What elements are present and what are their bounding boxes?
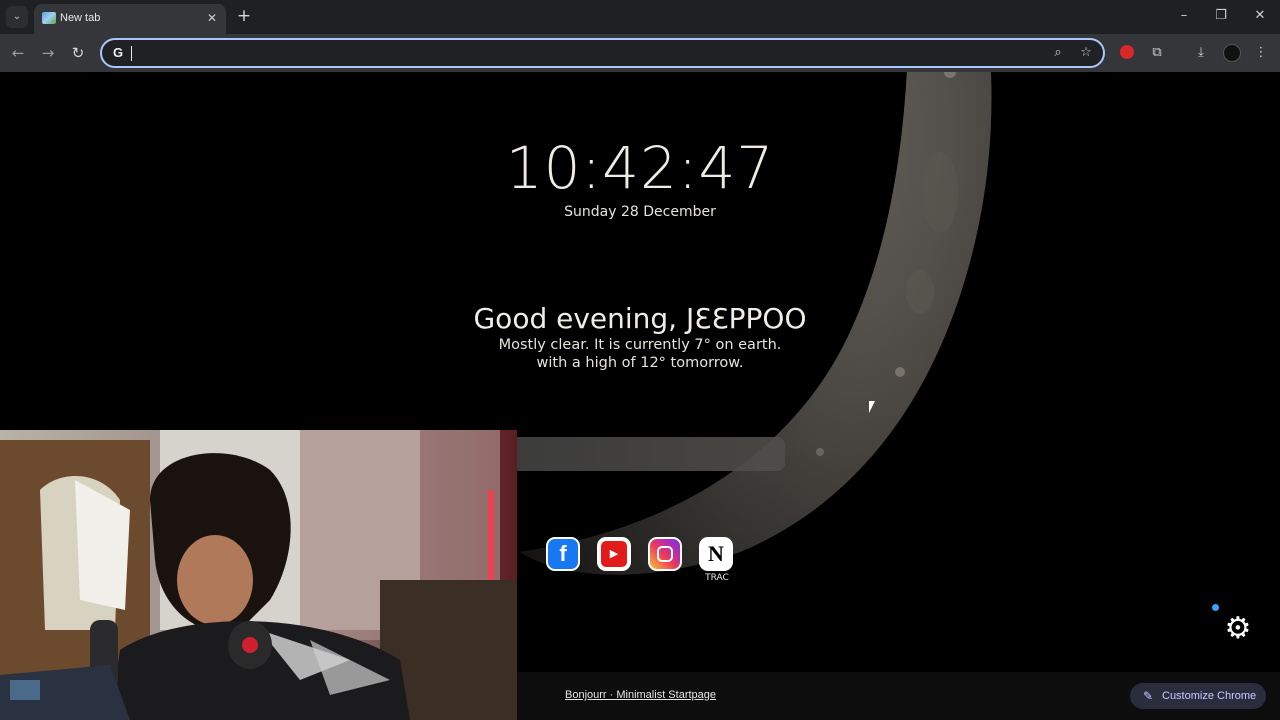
zoom-icon[interactable]: ⌕ (1049, 44, 1067, 62)
pencil-icon: ✎ (1143, 689, 1154, 703)
tab-favicon-icon (42, 12, 56, 24)
notification-dot (1212, 604, 1219, 611)
tab-new-tab[interactable]: New tab ✕ (34, 4, 226, 34)
address-bar[interactable]: G ⌕ ☆ (100, 38, 1105, 68)
menu-icon[interactable]: ⋮ (1251, 43, 1271, 63)
weather-line-1: Mostly clear. It is currently 7° on eart… (498, 337, 782, 353)
youtube-play-icon: ▶ (601, 541, 627, 567)
google-icon: G (112, 45, 124, 60)
forward-button[interactable]: → (37, 42, 59, 64)
mouse-cursor-icon (869, 401, 875, 413)
restore-button[interactable]: ❐ (1208, 6, 1234, 26)
instagram-link-icon[interactable] (648, 537, 682, 571)
youtube-link-icon[interactable]: ▶ (597, 537, 631, 571)
notion-link-label: TRAC (705, 573, 729, 583)
close-window-button[interactable]: ✕ (1247, 6, 1273, 26)
date: Sunday 28 December (564, 204, 716, 220)
search-bar[interactable] (495, 437, 785, 471)
tab-bar: ⌄ New tab ✕ + – ❐ ✕ (0, 0, 1280, 34)
reload-button[interactable]: ↻ (67, 42, 89, 64)
weather-description: Mostly clear. It is currently 7° on eart… (0, 336, 1280, 372)
minimize-button[interactable]: – (1171, 6, 1197, 26)
instagram-camera-icon (657, 546, 673, 562)
tab-title: New tab (60, 12, 101, 24)
customize-chrome-label: Customize Chrome (1162, 690, 1257, 702)
new-tab-button[interactable]: + (234, 6, 254, 26)
browser-toolbar: ← → ↻ G ⌕ ☆ ⧉ ⤓ ⋮ (0, 34, 1280, 72)
webcam-overlay-image (0, 430, 517, 720)
tab-close-icon[interactable]: ✕ (204, 10, 220, 26)
greeting: Good evening, JƐƐPPOO (473, 302, 807, 335)
settings-gear-icon[interactable]: ⚙ (1221, 612, 1255, 646)
profile-avatar[interactable] (1223, 44, 1241, 62)
webcam-scene (0, 430, 517, 720)
bonjourr-footer-link[interactable]: Bonjourr · Minimalist Startpage (565, 689, 716, 701)
clock: 10:42:47 (505, 134, 775, 202)
extensions-icon[interactable]: ⧉ (1147, 43, 1167, 63)
extension-stop-icon[interactable] (1120, 45, 1134, 59)
back-button[interactable]: ← (7, 42, 29, 64)
notion-link-icon[interactable]: N (699, 537, 733, 571)
text-caret (131, 46, 132, 61)
customize-chrome-button[interactable]: ✎ Customize Chrome (1130, 683, 1266, 709)
weather-line-2: with a high of 12° tomorrow. (536, 355, 744, 371)
facebook-link-icon[interactable]: f (546, 537, 580, 571)
bookmark-star-icon[interactable]: ☆ (1077, 44, 1095, 62)
downloads-icon[interactable]: ⤓ (1191, 43, 1211, 63)
tab-search-icon[interactable]: ⌄ (6, 6, 28, 28)
